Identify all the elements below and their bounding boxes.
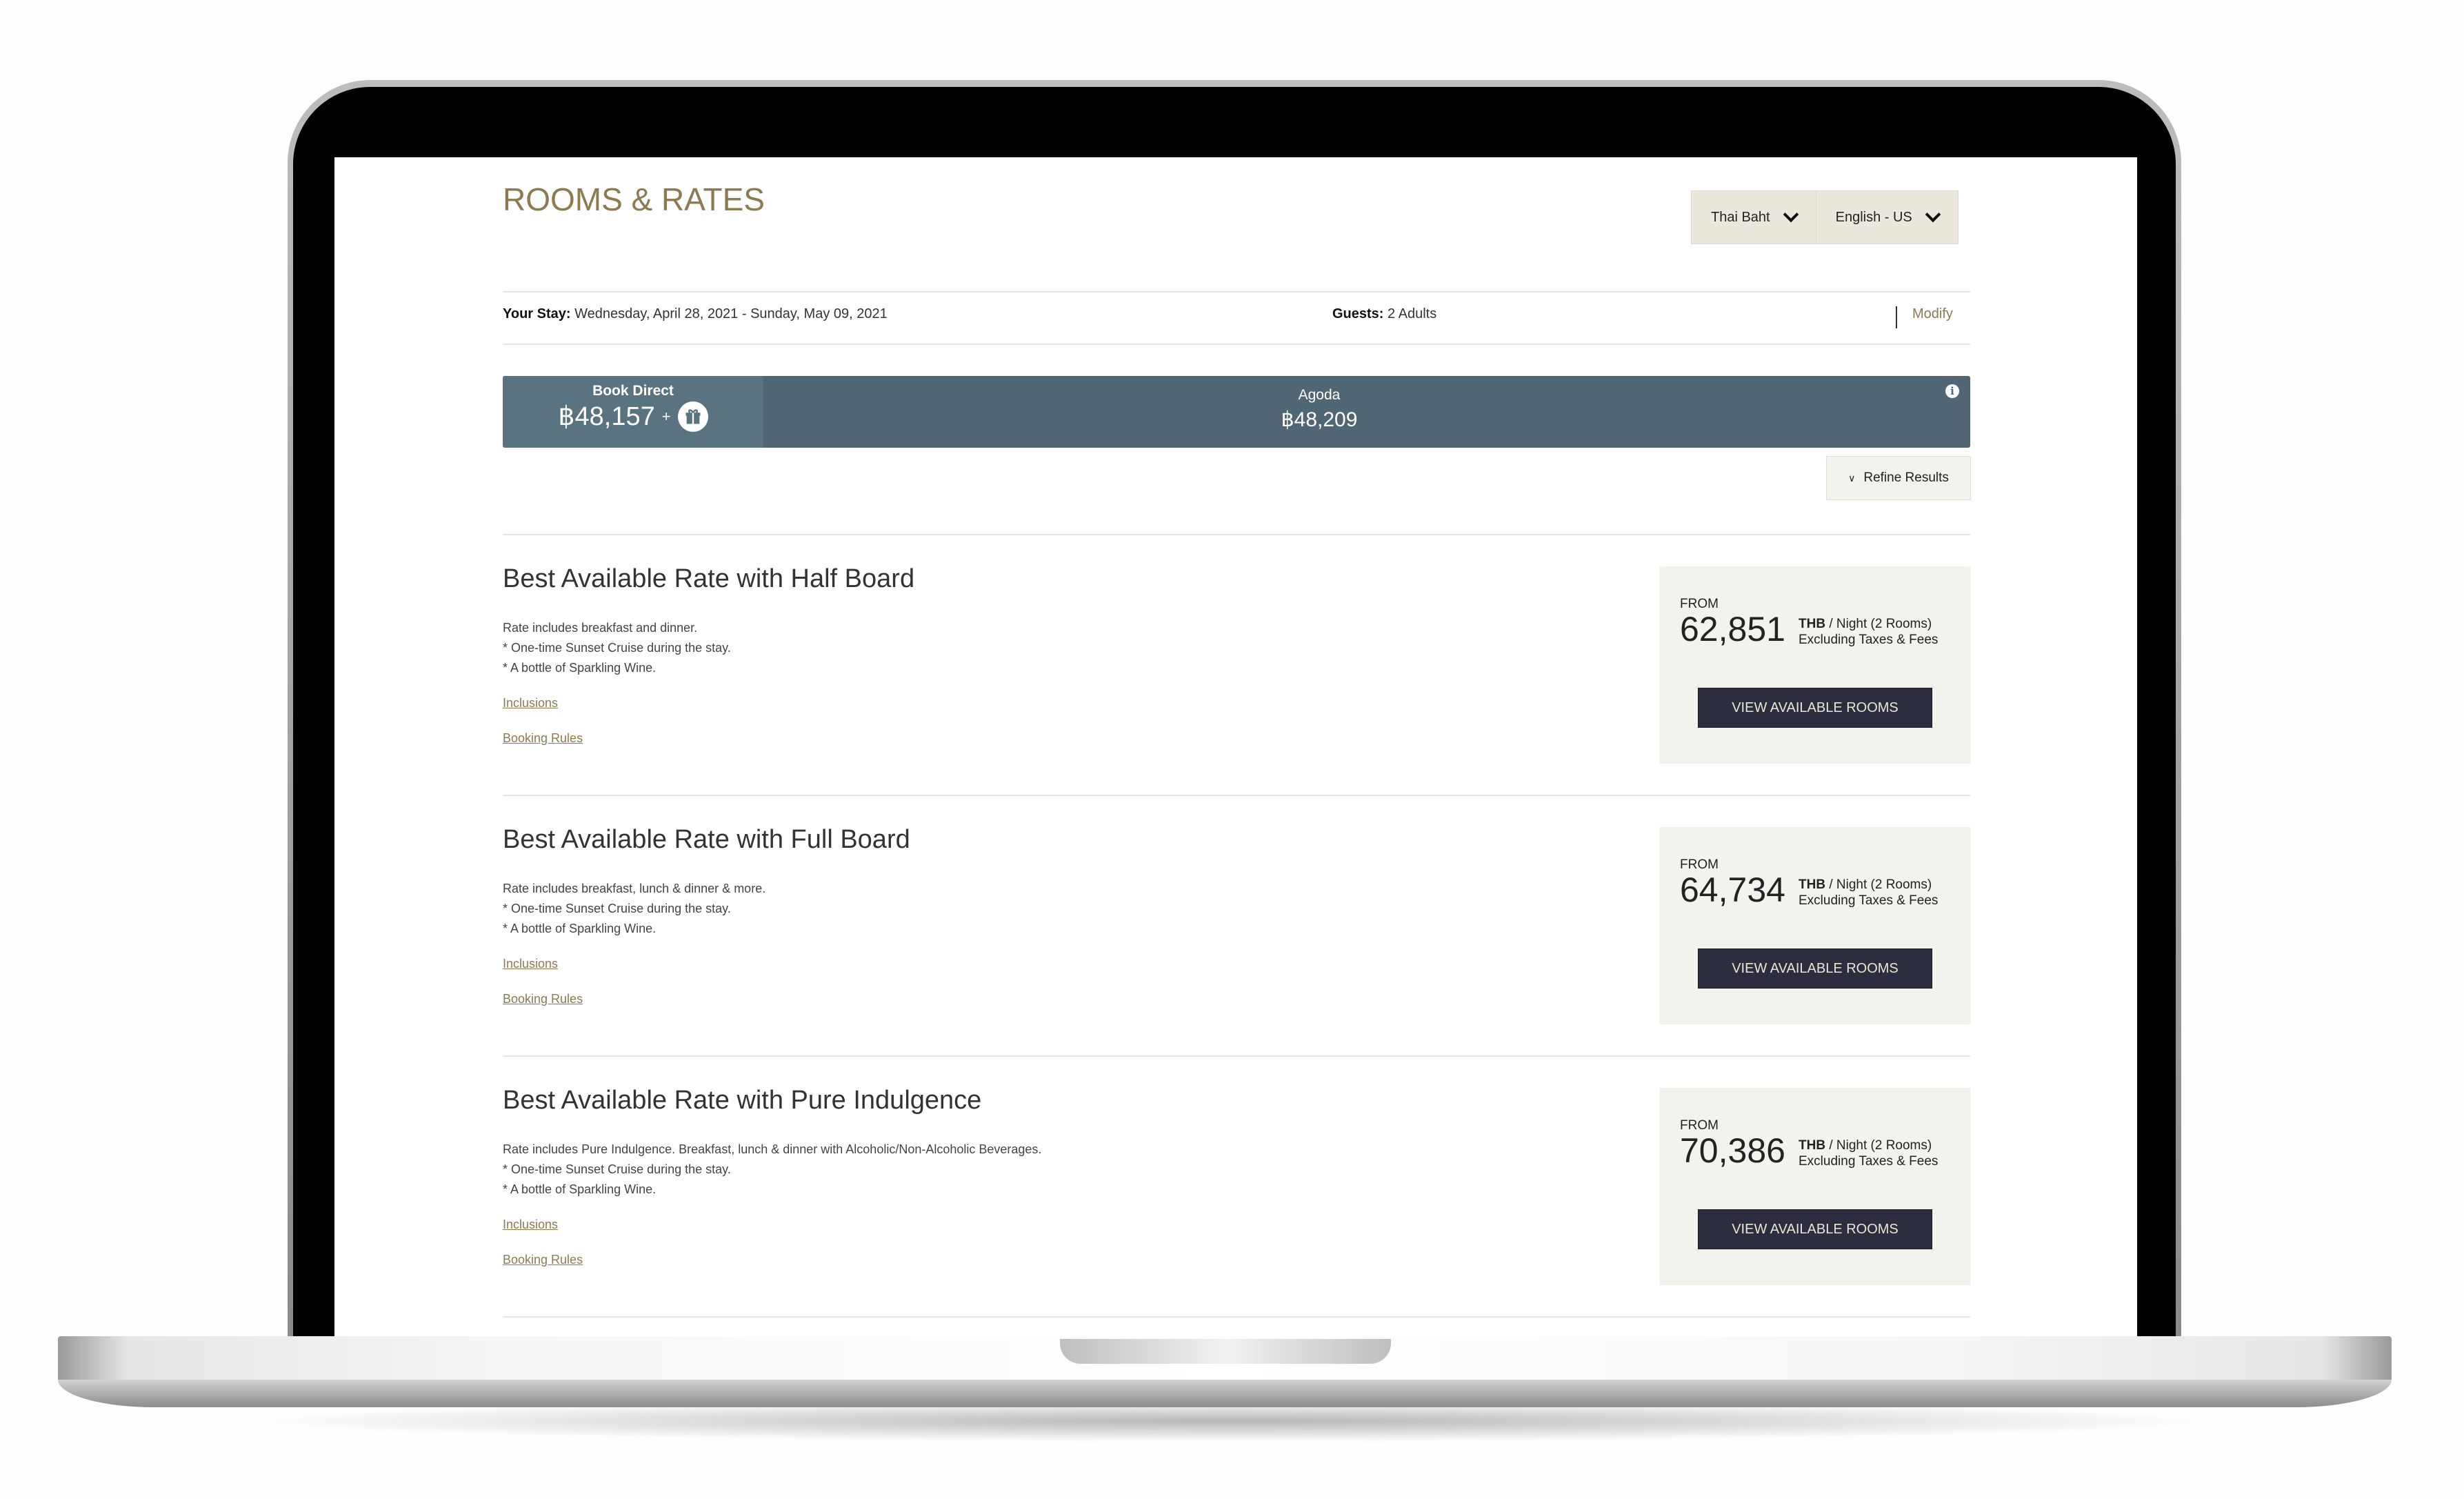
refine-results-label: Refine Results (1863, 470, 1949, 485)
stay-dates-value: Wednesday, April 28, 2021 - Sunday, May … (574, 306, 888, 321)
currency-code: THB (1799, 617, 1826, 631)
book-direct-label: Book Direct (592, 383, 674, 399)
stay-label: Your Stay: (503, 306, 571, 321)
agoda-price: ฿48,209 (1281, 408, 1358, 431)
per-night: / Night (2 Rooms) (1825, 617, 1932, 631)
guests-value: 2 Adults (1388, 306, 1437, 321)
rate-description: Rate includes breakfast, lunch & dinner … (503, 879, 765, 939)
laptop-notch (1060, 1339, 1391, 1364)
divider (503, 291, 1970, 292)
rate-description-line: Rate includes breakfast, lunch & dinner … (503, 882, 766, 895)
language-select-value: English - US (1835, 209, 1912, 225)
rate-unit: THB / Night (2 Rooms) Excluding Taxes & F… (1799, 877, 1938, 909)
rate-description: Rate includes breakfast and dinner. * On… (503, 618, 731, 678)
per-night: / Night (2 Rooms) (1825, 1138, 1932, 1153)
rate-price: 62,851 (1680, 610, 1785, 648)
rate-title: Best Available Rate with Full Board (503, 825, 910, 854)
rate-description-line: * A bottle of Sparkling Wine. (503, 922, 657, 935)
view-available-rooms-button[interactable]: VIEW AVAILABLE ROOMS (1698, 949, 1932, 989)
divider (503, 1055, 1970, 1057)
tax-note: Excluding Taxes & Fees (1799, 893, 1939, 908)
rate-description: Rate includes Pure Indulgence. Breakfast… (503, 1140, 1041, 1200)
tax-note: Excluding Taxes & Fees (1799, 1154, 1939, 1169)
header-selectors: Thai Baht English - US (1691, 190, 1959, 244)
inclusions-link[interactable]: Inclusions (503, 696, 558, 711)
info-icon[interactable]: i (1945, 384, 1959, 398)
stay-dates: Your Stay: Wednesday, April 28, 2021 - S… (503, 306, 888, 322)
language-select[interactable]: English - US (1815, 191, 1958, 244)
price-box: FROM 64,734 THB / Night (2 Rooms) Excludi… (1659, 827, 1971, 1024)
inclusions-link[interactable]: Inclusions (503, 957, 558, 971)
price-box: FROM 70,386 THB / Night (2 Rooms) Excludi… (1659, 1088, 1971, 1285)
modify-separator (1896, 306, 1897, 328)
rate-description-line: * A bottle of Sparkling Wine. (503, 661, 657, 675)
divider (503, 1316, 1970, 1318)
rate-description-line: * A bottle of Sparkling Wine. (503, 1182, 657, 1196)
page-title: ROOMS & RATES (503, 181, 765, 217)
plus-sign: + (661, 407, 671, 425)
chevron-down-icon (1925, 206, 1941, 223)
price-comparison-bar: Book Direct ฿48,157 + Agoda ฿48,209 i (503, 376, 1970, 448)
laptop-base-bottom (58, 1380, 2392, 1407)
inclusions-link[interactable]: Inclusions (503, 1218, 558, 1232)
rate-title: Best Available Rate with Pure Indulgence (503, 1086, 982, 1115)
booking-rules-link[interactable]: Booking Rules (503, 1253, 583, 1267)
agoda-label: Agoda (1298, 387, 1341, 403)
rate-description-line: * One-time Sunset Cruise during the stay… (503, 1162, 731, 1176)
rate-unit: THB / Night (2 Rooms) Excluding Taxes & F… (1799, 616, 1938, 648)
modify-link[interactable]: Modify (1912, 306, 1953, 322)
guests-label: Guests: (1332, 306, 1384, 321)
currency-code: THB (1799, 877, 1826, 892)
divider (503, 795, 1970, 796)
double-chevron-down-icon: ∨ (1848, 472, 1856, 484)
book-direct-panel[interactable]: Book Direct ฿48,157 + (503, 376, 763, 448)
laptop-screen: ROOMS & RATES Thai Baht English - US You… (334, 157, 2137, 1338)
book-direct-price: ฿48,157 (558, 402, 655, 431)
gift-icon[interactable] (677, 401, 708, 432)
rate-price: 70,386 (1680, 1131, 1785, 1170)
rate-unit: THB / Night (2 Rooms) Excluding Taxes & F… (1799, 1138, 1938, 1169)
book-direct-price-row: ฿48,157 + (503, 401, 763, 432)
currency-code: THB (1799, 1138, 1826, 1153)
rate-description-line: Rate includes Pure Indulgence. Breakfast… (503, 1142, 1042, 1156)
rate-description-line: * One-time Sunset Cruise during the stay… (503, 641, 731, 655)
chevron-down-icon (1783, 206, 1799, 223)
agoda-panel: Agoda ฿48,209 (1216, 387, 1423, 432)
per-night: / Night (2 Rooms) (1825, 877, 1932, 892)
rate-title: Best Available Rate with Half Board (503, 564, 915, 593)
rate-description-line: * One-time Sunset Cruise during the stay… (503, 902, 731, 915)
booking-rules-link[interactable]: Booking Rules (503, 731, 583, 746)
view-available-rooms-button[interactable]: VIEW AVAILABLE ROOMS (1698, 1209, 1932, 1249)
tax-note: Excluding Taxes & Fees (1799, 633, 1939, 647)
rate-price: 64,734 (1680, 871, 1785, 909)
price-box: FROM 62,851 THB / Night (2 Rooms) Excludi… (1659, 566, 1971, 764)
divider (503, 344, 1970, 345)
currency-select-value: Thai Baht (1711, 209, 1770, 225)
divider (503, 534, 1970, 535)
guests: Guests: 2 Adults (1332, 306, 1436, 322)
currency-select[interactable]: Thai Baht (1692, 191, 1816, 244)
refine-results-button[interactable]: ∨ Refine Results (1826, 456, 1971, 500)
booking-rules-link[interactable]: Booking Rules (503, 992, 583, 1006)
view-available-rooms-button[interactable]: VIEW AVAILABLE ROOMS (1698, 688, 1932, 728)
rate-description-line: Rate includes breakfast and dinner. (503, 621, 698, 635)
